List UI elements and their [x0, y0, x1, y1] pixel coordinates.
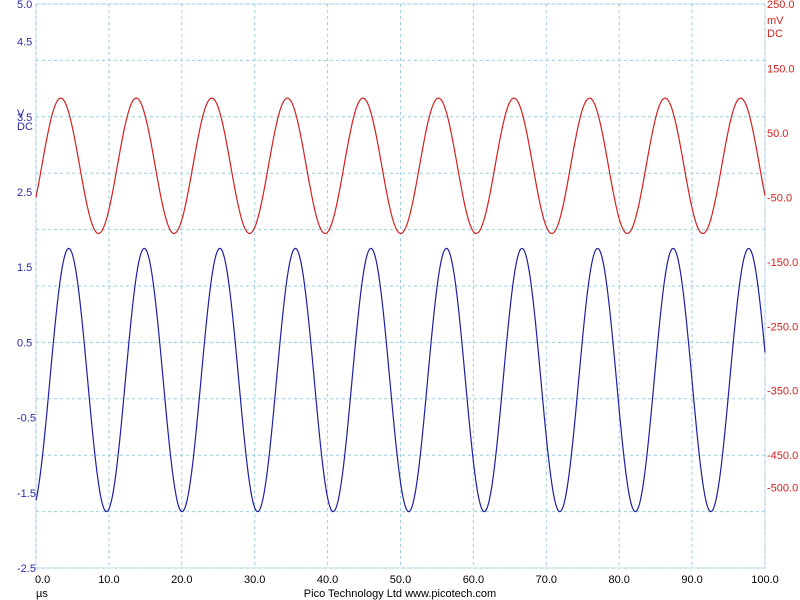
x-tick-label: 40.0	[317, 574, 338, 586]
right-tick-label: -50.0	[767, 192, 792, 204]
x-tick-label: 50.0	[390, 574, 411, 586]
x-tick-label: 20.0	[171, 574, 192, 586]
x-tick-label: 70.0	[536, 574, 557, 586]
x-axis-unit: µs	[36, 588, 48, 600]
right-tick-label: -250.0	[767, 321, 798, 333]
left-tick-label: 3.5	[17, 112, 32, 124]
left-tick-label: -1.5	[17, 488, 36, 500]
x-tick-label: 0.0	[35, 574, 50, 586]
x-tick-label: 30.0	[244, 574, 265, 586]
right-tick-label: 150.0	[767, 63, 795, 75]
left-tick-label: 4.5	[17, 37, 32, 49]
right-tick-label: 250.0	[767, 0, 795, 11]
right-axis-coupling: DC	[767, 28, 783, 40]
x-tick-label: 90.0	[681, 574, 702, 586]
right-axis-millivolts: mV DC 250.0 150.0 50.0 -50.0 -150.0 -250.0 -35…	[767, 0, 798, 494]
footer-credit: Pico Technology Ltd www.picotech.com	[304, 588, 496, 600]
x-tick-label: 10.0	[98, 574, 119, 586]
right-tick-label: -450.0	[767, 450, 798, 462]
x-tick-label: 100.0	[751, 574, 779, 586]
right-axis-unit: mV	[767, 15, 784, 27]
right-tick-label: -150.0	[767, 257, 798, 269]
x-tick-label: 60.0	[463, 574, 484, 586]
left-tick-label: -0.5	[17, 413, 36, 425]
right-tick-label: -500.0	[767, 482, 798, 494]
left-axis-volts: V DC 5.04.53.52.51.50.5-0.5-1.5-2.5	[17, 0, 36, 575]
left-tick-label: 2.5	[17, 187, 32, 199]
left-tick-label: -2.5	[17, 563, 36, 575]
right-tick-label: -350.0	[767, 386, 798, 398]
oscilloscope-chart: V DC 5.04.53.52.51.50.5-0.5-1.5-2.5 mV D…	[17, 0, 798, 600]
right-tick-label: 50.0	[767, 128, 788, 140]
x-tick-label: 80.0	[608, 574, 629, 586]
left-tick-label: 1.5	[17, 262, 32, 274]
left-tick-label: 5.0	[17, 0, 32, 11]
left-tick-label: 0.5	[17, 337, 32, 349]
